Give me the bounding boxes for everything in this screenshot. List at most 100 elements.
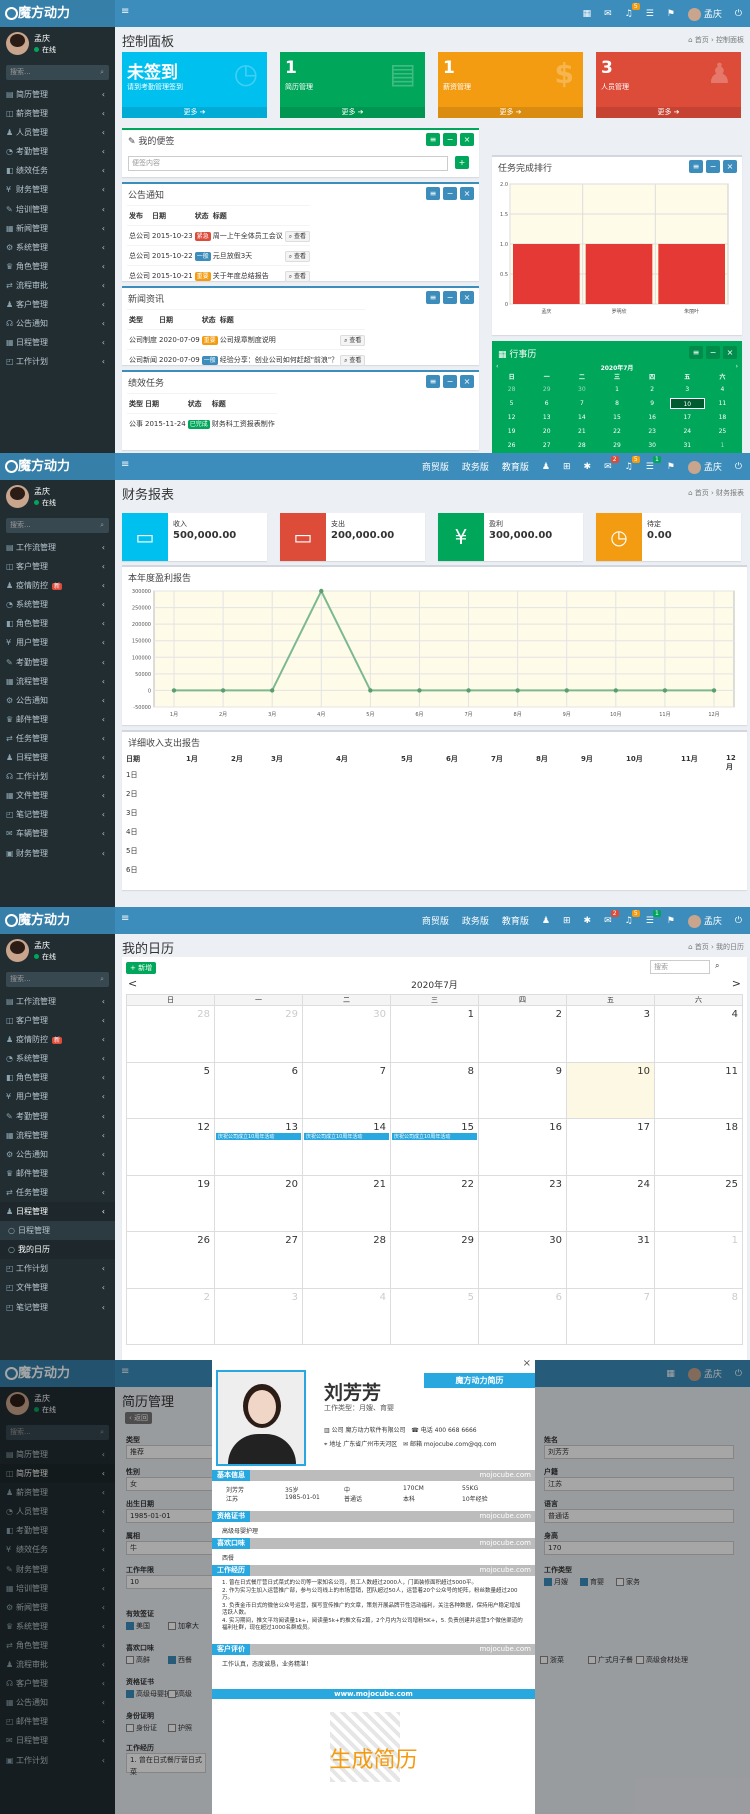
day-cell[interactable]: 29 (214, 1005, 303, 1063)
day-cell[interactable]: 2 (478, 1005, 567, 1063)
sidebar-search[interactable]: 搜索... ⌕ (6, 65, 109, 80)
generate-resume-button[interactable]: 生成简历 (212, 1742, 535, 1774)
table-row[interactable]: 公司制度 2020-07-09 重要 公司规章制度说明 ⌕ 查看 (127, 329, 366, 350)
day-cell[interactable]: 1 (390, 1005, 479, 1063)
table-row[interactable]: 总公司 2015-10-23 紧急 周一上午全体员工会议 ⌕ 查看 (127, 225, 310, 246)
calendar-event[interactable]: 庆祝公司成立10周年活动 (304, 1133, 389, 1140)
message-icon[interactable]: ✉ 2 (604, 455, 619, 472)
day-cell[interactable]: 6 (478, 1287, 567, 1345)
data-point[interactable] (466, 688, 471, 693)
day-cell[interactable]: 19 (494, 426, 529, 437)
sidebar-item[interactable]: ☊ 工作计划 ‹ (0, 767, 115, 786)
sidebar-item[interactable]: ⇄ 任务管理 ‹ (0, 729, 115, 748)
sidebar-item[interactable]: ◫ 客户管理 ‹ (0, 1011, 115, 1030)
day-cell[interactable]: 13 (529, 412, 564, 423)
sidebar-item[interactable]: ✎ 考勤管理 ‹ (0, 653, 115, 672)
day-cell[interactable]: 3 (566, 1005, 655, 1063)
table-row[interactable]: 公司新闻 2020-07-09 一般 经验分享：创业公司如何赶超"前浪"？ ⌕ 查看 (127, 349, 366, 370)
sidebar-item[interactable]: ◰ 文件管理 ‹ (0, 1278, 115, 1297)
sidebar-item[interactable]: ¥ 财务管理 ‹ (0, 180, 115, 199)
sidebar-item[interactable]: ◧ 绩效任务 ‹ (0, 161, 115, 180)
day-cell[interactable]: 14 (564, 412, 599, 423)
sidebar-item[interactable]: ▦ 新闻管理 ‹ (0, 219, 115, 238)
day-cell[interactable]: 20 (214, 1174, 303, 1232)
day-cell[interactable]: 30 (302, 1005, 391, 1063)
day-cell[interactable]: 11 (705, 398, 740, 409)
sidebar-item[interactable]: ◰ 工作计划 ‹ (0, 352, 115, 371)
sidebar-item[interactable]: ♛ 邮件管理 ‹ (0, 1164, 115, 1183)
sidebar-item[interactable]: ✎ 培训管理 ‹ (0, 200, 115, 219)
view-button[interactable]: ⌕ 查看 (284, 230, 310, 242)
data-point[interactable] (515, 688, 520, 693)
day-cell[interactable]: 10 (566, 1061, 655, 1119)
view-button[interactable]: ⌕ 查看 (284, 250, 310, 262)
bell-icon[interactable]: ♫ 5 (625, 2, 640, 19)
day-cell[interactable]: 12 (494, 412, 529, 423)
day-cell[interactable]: 25 (654, 1174, 743, 1232)
day-cell[interactable]: 7 (302, 1061, 391, 1119)
sidebar-item[interactable]: ◰ 笔记管理 ‹ (0, 805, 115, 824)
user-menu[interactable]: 孟庆 (687, 914, 722, 928)
sidebar-item[interactable]: ▤ 简历管理 ‹ (0, 85, 115, 104)
day-cell[interactable]: 15 庆祝公司成立10周年活动 (390, 1118, 479, 1176)
grid-icon[interactable]: ▦ (583, 9, 592, 19)
bar[interactable] (658, 244, 725, 304)
sidebar-item[interactable]: ◫ 薪资管理 ‹ (0, 104, 115, 123)
cart-icon[interactable]: ⊞ (563, 462, 571, 472)
table-row[interactable]: 总公司 2015-10-22 一般 元旦放假3天 ⌕ 查看 (127, 245, 310, 266)
day-cell[interactable]: 3 (214, 1287, 303, 1345)
hamburger-icon[interactable]: ≡ (121, 459, 129, 470)
day-cell[interactable]: 4 (654, 1005, 743, 1063)
sidebar-item[interactable]: ♟ 日程管理 ‹ (0, 1202, 115, 1222)
data-point[interactable] (269, 688, 275, 693)
list-icon[interactable]: ≡ (426, 133, 440, 146)
day-cell[interactable]: 28 (494, 384, 529, 395)
day-cell[interactable]: 30 (635, 440, 670, 451)
hamburger-icon[interactable]: ≡ (121, 913, 129, 924)
calendar-event[interactable]: 庆祝公司成立10周年活动 (392, 1133, 477, 1140)
nav-commerce[interactable]: 商贸版 (422, 460, 449, 473)
sidebar-item[interactable]: ♟ 疫情防控新 ‹ (0, 1030, 115, 1049)
day-cell[interactable]: 19 (126, 1174, 215, 1232)
sidebar-item[interactable]: ▣ 财务管理 ‹ (0, 844, 115, 863)
nav-gov[interactable]: 政务版 (462, 914, 489, 927)
day-cell[interactable]: 5 (494, 398, 529, 409)
day-cell[interactable]: 28 (564, 440, 599, 451)
day-cell[interactable]: 25 (705, 426, 740, 437)
day-cell[interactable]: 9 (478, 1061, 567, 1119)
breadcrumb-home[interactable]: 首页 (695, 36, 709, 44)
day-cell[interactable]: 26 (126, 1231, 215, 1289)
day-cell[interactable]: 1 (599, 384, 634, 395)
memo-input[interactable]: 便签内容 (128, 156, 448, 171)
calendar-search-input[interactable]: 搜索 (650, 960, 710, 974)
sidebar-item[interactable]: ¥ 用户管理 ‹ (0, 1087, 115, 1106)
list-icon[interactable]: ≡ (689, 160, 703, 173)
day-cell[interactable]: 24 (670, 426, 705, 437)
calendar-event[interactable]: 庆祝公司成立10周年活动 (216, 1133, 301, 1140)
message-icon[interactable]: ✉ 2 (604, 909, 619, 926)
message-icon[interactable]: ✉ (604, 9, 612, 19)
view-button[interactable]: ⌕ 查看 (340, 354, 366, 366)
close-icon[interactable]: × (460, 187, 474, 200)
sidebar-item[interactable]: ♟ 人员管理 ‹ (0, 123, 115, 142)
day-cell[interactable]: 30 (564, 384, 599, 395)
sidebar-item[interactable]: ✎ 考勤管理 ‹ (0, 1107, 115, 1126)
sidebar-item[interactable]: ▤ 工作流管理 ‹ (0, 992, 115, 1011)
day-cell[interactable]: 23 (635, 426, 670, 437)
bar[interactable] (585, 244, 653, 304)
day-cell[interactable]: 13 庆祝公司成立10周年活动 (214, 1118, 303, 1176)
next-month-icon[interactable]: › (736, 363, 738, 370)
data-point[interactable] (319, 588, 324, 594)
logout-icon[interactable]: ⏻ (735, 9, 742, 19)
day-cell[interactable]: 23 (478, 1174, 567, 1232)
list-icon[interactable]: ☰ 1 (646, 909, 661, 926)
sidebar-item[interactable]: ⚙ 系统管理 ‹ (0, 238, 115, 257)
user-menu[interactable]: 孟庆 (687, 460, 722, 474)
list-icon[interactable]: ☰ (646, 9, 654, 19)
sidebar-item[interactable]: ⚙ 公告通知 ‹ (0, 1145, 115, 1164)
sidebar-item[interactable]: ♛ 邮件管理 ‹ (0, 710, 115, 729)
day-cell[interactable]: 8 (599, 398, 634, 409)
sidebar-item[interactable]: ⇄ 任务管理 ‹ (0, 1183, 115, 1202)
day-cell[interactable]: 6 (214, 1061, 303, 1119)
day-cell[interactable]: 1 (654, 1231, 743, 1289)
